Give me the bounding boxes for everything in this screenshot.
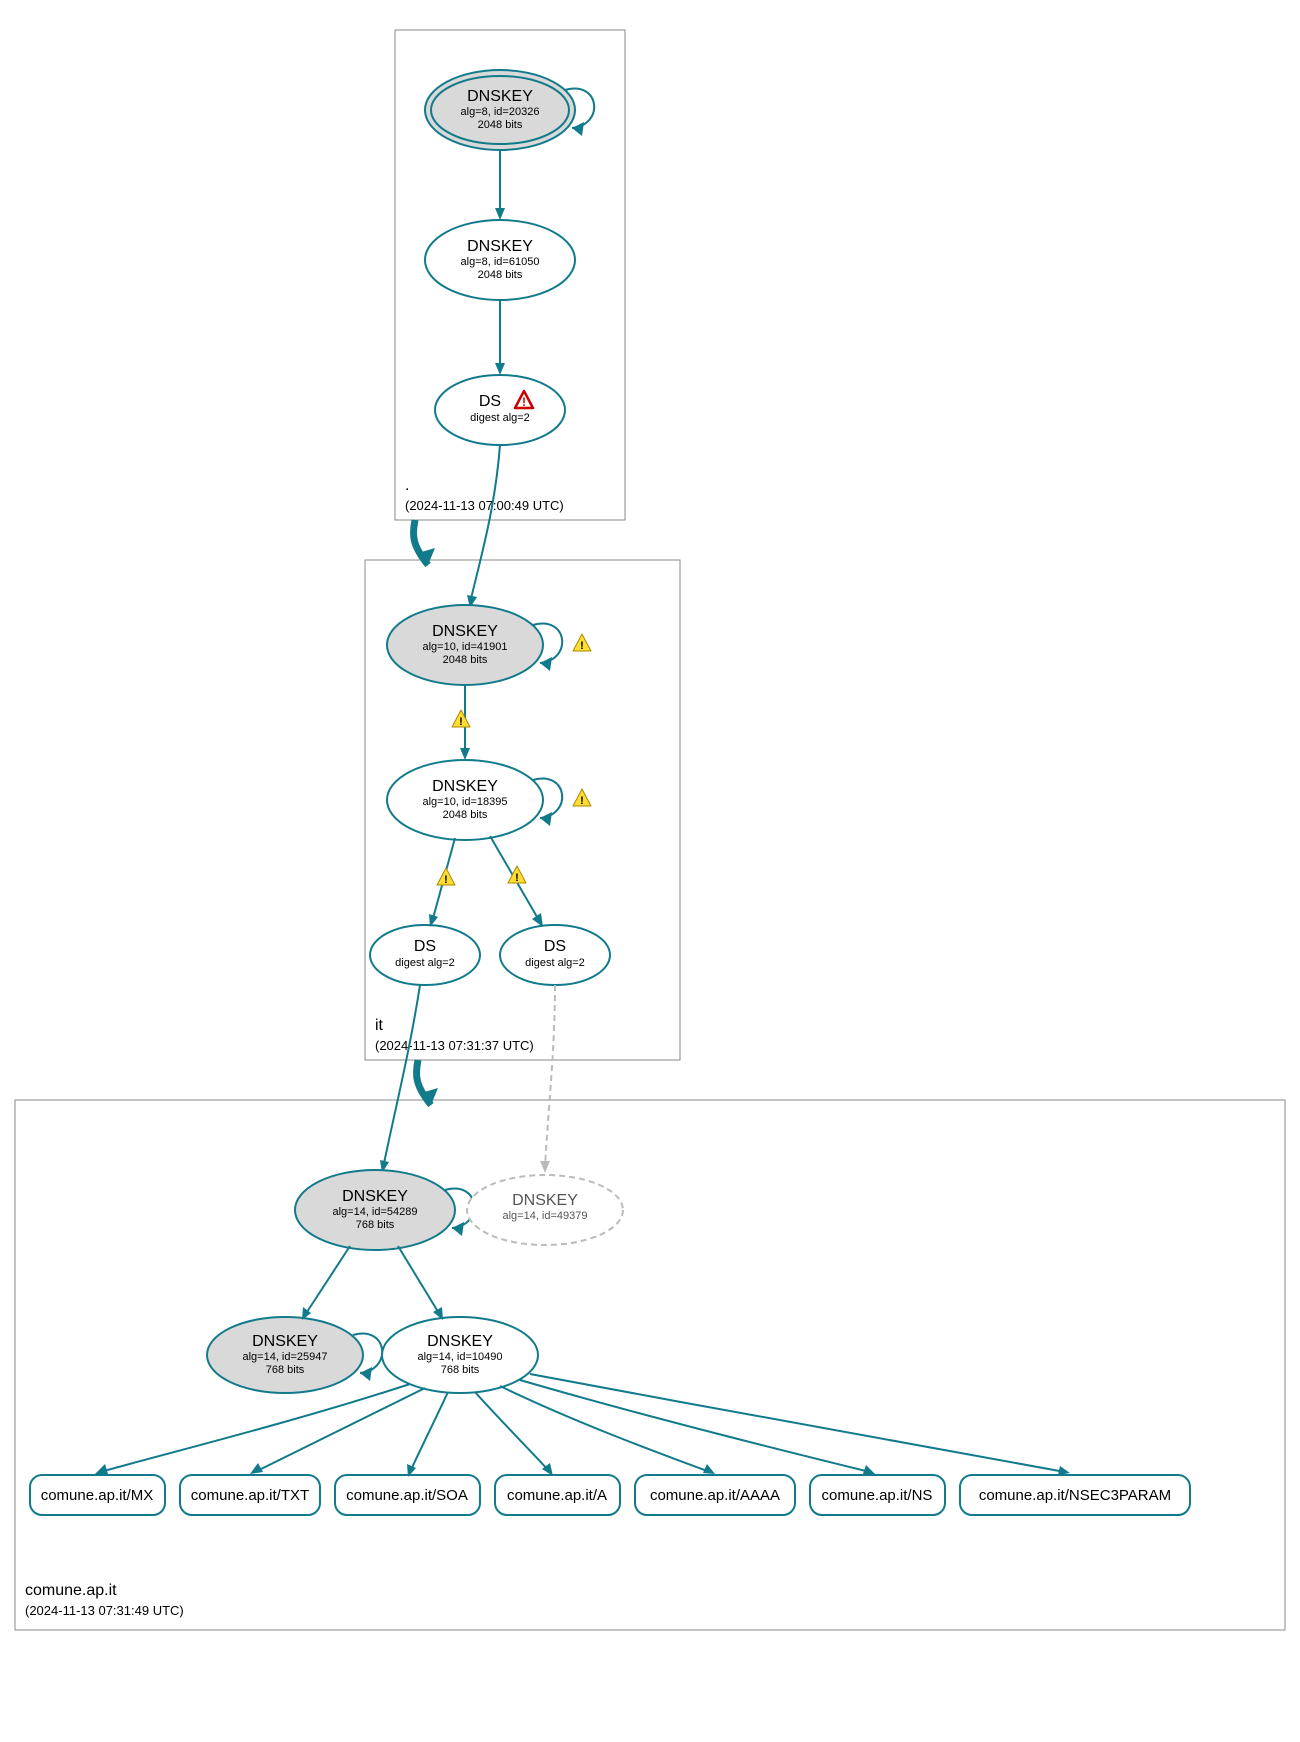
- zone-comune-ts: (2024-11-13 07:31:49 UTC): [25, 1603, 184, 1618]
- warning-icon: !: [573, 789, 591, 807]
- svg-text:DS: DS: [414, 938, 436, 955]
- leaf-soa: comune.ap.it/SOA: [335, 1475, 480, 1515]
- svg-text:2048 bits: 2048 bits: [478, 119, 523, 131]
- node-com-zsk1: DNSKEY alg=14, id=10490 768 bits: [382, 1317, 538, 1393]
- svg-text:digest alg=2: digest alg=2: [470, 412, 530, 424]
- svg-text:comune.ap.it/A: comune.ap.it/A: [507, 1487, 607, 1504]
- svg-text:!: !: [515, 872, 519, 884]
- dnssec-graph: . (2024-11-13 07:00:49 UTC) it (2024-11-…: [0, 0, 1300, 1742]
- node-it-ds2: DS digest alg=2: [500, 925, 610, 985]
- edge-it-ds2-com-ghost: [545, 985, 555, 1168]
- zone-comune-box: [15, 1100, 1285, 1630]
- svg-text:2048 bits: 2048 bits: [443, 809, 488, 821]
- zone-root-ts: (2024-11-13 07:00:49 UTC): [405, 498, 564, 513]
- svg-text:768 bits: 768 bits: [266, 1364, 305, 1376]
- zone-comune-name: comune.ap.it: [25, 1582, 117, 1599]
- svg-text:DNSKEY: DNSKEY: [432, 623, 498, 640]
- warning-icon: !: [573, 634, 591, 652]
- node-root-zsk: DNSKEY alg=8, id=61050 2048 bits: [425, 220, 575, 300]
- svg-text:768 bits: 768 bits: [441, 1364, 480, 1376]
- node-root-ds: DS digest alg=2 !: [435, 375, 565, 445]
- svg-text:DS: DS: [544, 938, 566, 955]
- svg-text:DNSKEY: DNSKEY: [432, 778, 498, 795]
- leaf-mx: comune.ap.it/MX: [30, 1475, 165, 1515]
- edge-com-ksk-zsk2: [305, 1246, 350, 1315]
- node-com-ghost: DNSKEY alg=14, id=49379: [467, 1175, 623, 1245]
- svg-text:DNSKEY: DNSKEY: [427, 1333, 493, 1350]
- svg-text:comune.ap.it/NS: comune.ap.it/NS: [822, 1487, 933, 1504]
- leaf-nsec: comune.ap.it/NSEC3PARAM: [960, 1475, 1190, 1515]
- leaf-a: comune.ap.it/A: [495, 1475, 620, 1515]
- node-it-ksk: DNSKEY alg=10, id=41901 2048 bits !: [387, 605, 591, 685]
- svg-text:alg=8, id=61050: alg=8, id=61050: [461, 256, 540, 268]
- svg-text:DNSKEY: DNSKEY: [467, 238, 533, 255]
- edge-root-ds-it-ksk: [470, 445, 500, 603]
- node-com-zsk2: DNSKEY alg=14, id=25947 768 bits: [207, 1317, 382, 1393]
- svg-text:alg=10, id=41901: alg=10, id=41901: [422, 641, 507, 653]
- svg-text:digest alg=2: digest alg=2: [395, 957, 455, 969]
- svg-text:alg=14, id=25947: alg=14, id=25947: [242, 1351, 327, 1363]
- svg-text:2048 bits: 2048 bits: [478, 269, 523, 281]
- svg-text:DNSKEY: DNSKEY: [252, 1333, 318, 1350]
- svg-text:DNSKEY: DNSKEY: [467, 88, 533, 105]
- svg-text:alg=10, id=18395: alg=10, id=18395: [422, 796, 507, 808]
- zone-it-name: it: [375, 1017, 384, 1034]
- node-it-ds1: DS digest alg=2: [370, 925, 480, 985]
- svg-text:DNSKEY: DNSKEY: [512, 1192, 578, 1209]
- warning-icon: !: [508, 866, 526, 884]
- svg-text:!: !: [580, 795, 584, 807]
- svg-text:digest alg=2: digest alg=2: [525, 957, 585, 969]
- svg-text:comune.ap.it/TXT: comune.ap.it/TXT: [191, 1487, 309, 1504]
- node-root-ksk: DNSKEY alg=8, id=20326 2048 bits: [425, 70, 594, 150]
- node-it-zsk: DNSKEY alg=10, id=18395 2048 bits !: [387, 760, 591, 840]
- svg-text:comune.ap.it/MX: comune.ap.it/MX: [41, 1487, 154, 1504]
- warning-icon: !: [437, 868, 455, 886]
- svg-text:alg=14, id=54289: alg=14, id=54289: [332, 1206, 417, 1218]
- zone-root-name: .: [405, 477, 409, 494]
- svg-text:DS: DS: [479, 393, 501, 410]
- svg-text:alg=14, id=10490: alg=14, id=10490: [417, 1351, 502, 1363]
- node-com-ksk: DNSKEY alg=14, id=54289 768 bits: [295, 1170, 474, 1250]
- svg-text:comune.ap.it/SOA: comune.ap.it/SOA: [346, 1487, 468, 1504]
- svg-text:alg=8, id=20326: alg=8, id=20326: [461, 106, 540, 118]
- warning-icon: !: [452, 710, 470, 728]
- leaf-txt: comune.ap.it/TXT: [180, 1475, 320, 1515]
- svg-text:!: !: [459, 716, 463, 728]
- svg-text:alg=14, id=49379: alg=14, id=49379: [502, 1210, 587, 1222]
- svg-text:768 bits: 768 bits: [356, 1219, 395, 1231]
- leaf-ns: comune.ap.it/NS: [810, 1475, 945, 1515]
- svg-text:comune.ap.it/AAAA: comune.ap.it/AAAA: [650, 1487, 780, 1504]
- svg-text:comune.ap.it/NSEC3PARAM: comune.ap.it/NSEC3PARAM: [979, 1487, 1171, 1504]
- svg-text:DNSKEY: DNSKEY: [342, 1188, 408, 1205]
- leaf-aaaa: comune.ap.it/AAAA: [635, 1475, 795, 1515]
- svg-text:!: !: [522, 395, 526, 409]
- zone-it-ts: (2024-11-13 07:31:37 UTC): [375, 1038, 534, 1053]
- svg-text:2048 bits: 2048 bits: [443, 654, 488, 666]
- svg-text:!: !: [580, 640, 584, 652]
- edge-com-ksk-zsk1: [398, 1246, 440, 1315]
- svg-text:!: !: [444, 874, 448, 886]
